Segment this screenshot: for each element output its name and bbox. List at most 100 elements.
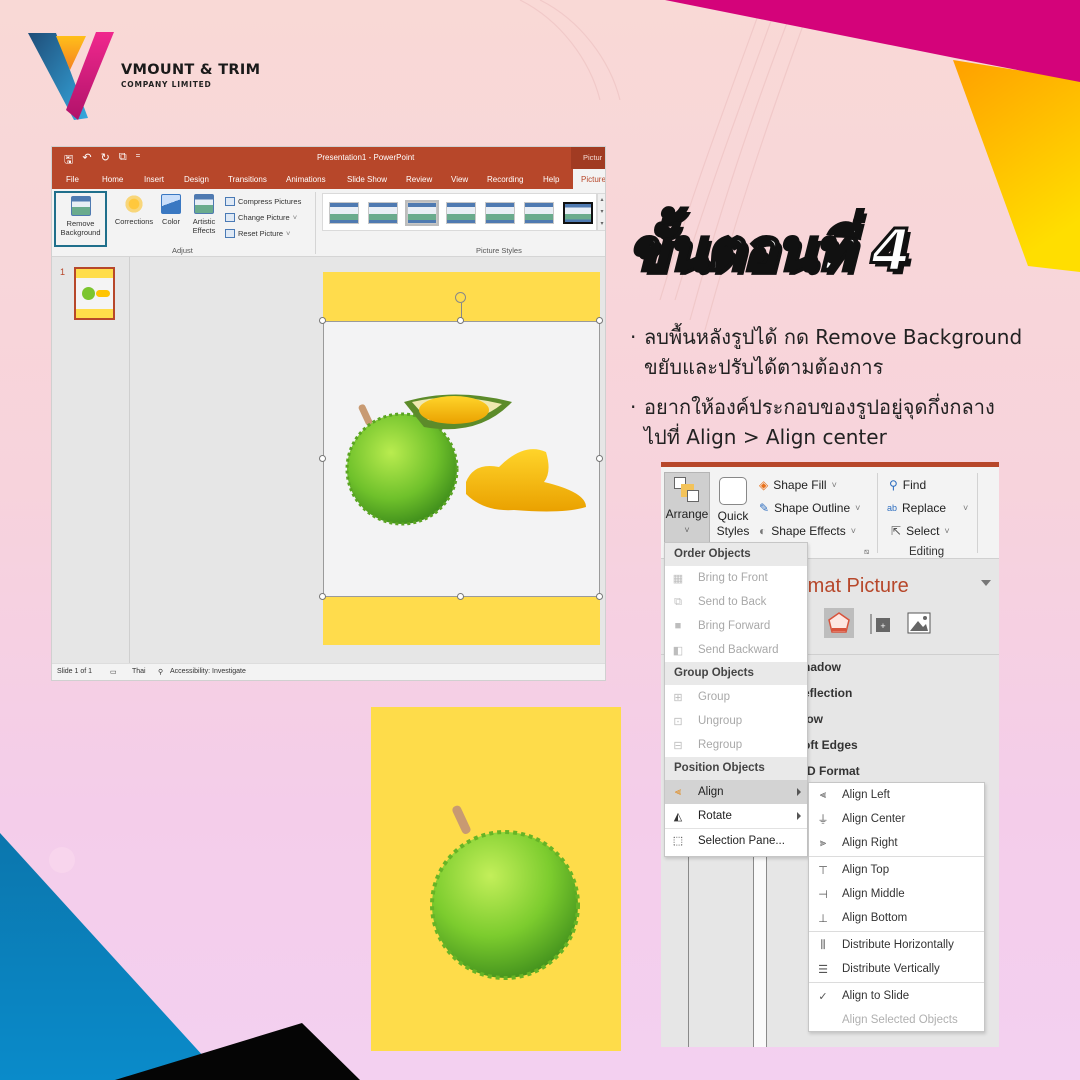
glow-section[interactable]: low [803, 712, 860, 738]
soft-edges-section[interactable]: oft Edges [803, 738, 860, 764]
align-to-slide-item[interactable]: ✓ Align to Slide [809, 984, 984, 1008]
tab-recording[interactable]: Recording [487, 169, 523, 189]
shape-outline-button[interactable]: ✎ Shape Outline ˅ [759, 501, 860, 515]
picture-style-4[interactable] [446, 202, 476, 224]
shape-fill-label: Shape Fill [773, 478, 827, 492]
shape-effects-button[interactable]: ◐ Shape Effects ˅ [759, 524, 856, 538]
shadow-section[interactable]: hadow [803, 660, 860, 686]
slide[interactable] [319, 272, 603, 645]
tab-slide-show[interactable]: Slide Show [347, 169, 387, 189]
align-middle-item[interactable]: ⊣ Align Middle [809, 882, 984, 906]
picture-style-7[interactable] [563, 202, 593, 224]
dialog-launcher-icon[interactable]: ⧅ [864, 547, 869, 557]
resize-handle[interactable] [596, 593, 603, 600]
resize-handle[interactable] [596, 317, 603, 324]
send-to-back-item[interactable]: ⧉ Send to Back [665, 590, 807, 614]
replace-button[interactable]: ab Replace ˅ [887, 501, 968, 515]
slide-thumbnail[interactable] [74, 267, 115, 320]
effects-tab[interactable] [824, 608, 854, 638]
reset-picture-button[interactable]: Reset Picture ˅ [225, 229, 290, 238]
tab-review[interactable]: Review [406, 169, 432, 189]
picture-style-6[interactable] [524, 202, 554, 224]
tab-file[interactable]: File [66, 169, 79, 189]
align-bottom-item[interactable]: ⊥ Align Bottom [809, 906, 984, 930]
compress-icon [225, 197, 235, 206]
resize-handle[interactable] [596, 455, 603, 462]
menu-item-label: Send to Back [698, 596, 767, 608]
tab-design[interactable]: Design [184, 169, 209, 189]
regroup-item[interactable]: ⊟ Regroup [665, 733, 807, 757]
bring-to-front-icon: ▦ [672, 572, 684, 585]
v-logo-icon [28, 32, 114, 120]
submenu-arrow-icon [797, 812, 801, 820]
align-left-item[interactable]: ⫷ Align Left [809, 783, 984, 807]
tab-insert[interactable]: Insert [144, 169, 164, 189]
slide-counter: Slide 1 of 1 [57, 668, 93, 675]
artistic-effects-button[interactable]: Artistic Effects [187, 194, 221, 235]
save-icon[interactable]: 🖫 [64, 151, 73, 170]
distribute-horizontally-icon: ⫼ [820, 938, 826, 951]
pane-options-icon[interactable] [981, 580, 991, 586]
distribute-vertically-item[interactable]: ☰ Distribute Vertically [809, 957, 984, 981]
compress-pictures-button[interactable]: Compress Pictures [225, 197, 301, 206]
find-button[interactable]: ⚲ Find [889, 478, 926, 492]
align-center-item[interactable]: ⏚ Align Center [809, 807, 984, 831]
tab-home[interactable]: Home [102, 169, 123, 189]
present-icon[interactable]: ⧉ [119, 151, 127, 170]
customize-qat-icon[interactable]: = [136, 151, 141, 170]
picture-style-3[interactable] [405, 200, 439, 226]
send-backward-item[interactable]: ◧ Send Backward [665, 638, 807, 662]
picture-style-1[interactable] [329, 202, 359, 224]
ungroup-item[interactable]: ⊡ Ungroup [665, 709, 807, 733]
change-picture-button[interactable]: Change Picture ˅ [225, 213, 297, 222]
accessibility-status[interactable]: Accessibility: Investigate [170, 668, 246, 675]
language-status[interactable]: Thai [132, 668, 146, 675]
align-right-item[interactable]: ⫸ Align Right [809, 831, 984, 855]
tab-picture-format[interactable]: Picture [573, 169, 605, 189]
resize-handle[interactable] [319, 593, 326, 600]
align-center-icon: ⏚ [817, 814, 829, 826]
rotate-handle-icon[interactable] [455, 292, 466, 303]
instruction-item: · อยากให้องค์ประกอบของรูปอยู่จุดกึ่งกลาง… [630, 392, 1022, 452]
selection-pane-item[interactable]: ⬚ Selection Pane... [665, 828, 807, 852]
gallery-scroll[interactable]: ▴ ▾ ▾ [597, 193, 605, 231]
group-item[interactable]: ⊞ Group [665, 685, 807, 709]
picture-style-2[interactable] [368, 202, 398, 224]
size-position-tab[interactable]: + [868, 608, 892, 638]
cursor-icon: ⇱ [891, 524, 902, 538]
bring-to-front-item[interactable]: ▦ Bring to Front [665, 566, 807, 590]
align-item[interactable]: ⫷ Align [665, 780, 807, 804]
resize-handle[interactable] [457, 317, 464, 324]
menu-item-label: Bring to Front [698, 572, 768, 584]
shape-fill-button[interactable]: ◈ Shape Fill ˅ [759, 478, 837, 492]
select-button[interactable]: ⇱ Select ˅ [891, 524, 950, 538]
color-button[interactable]: Color [158, 194, 184, 226]
picture-tab[interactable] [906, 608, 932, 638]
bring-forward-item[interactable]: ■ Bring Forward [665, 614, 807, 638]
vertical-scrollbar[interactable] [753, 852, 767, 1047]
resize-handle[interactable] [319, 317, 326, 324]
notes-icon[interactable]: ▭ [110, 668, 117, 676]
align-selected-objects-item[interactable]: Align Selected Objects [809, 1008, 984, 1032]
change-picture-label: Change Picture [238, 213, 290, 222]
tab-transitions[interactable]: Transitions [228, 169, 267, 189]
align-top-item[interactable]: ⊤ Align Top [809, 858, 984, 882]
reflection-section[interactable]: eflection [803, 686, 860, 712]
tab-help[interactable]: Help [543, 169, 559, 189]
arrange-button[interactable]: Arrange ˅ [664, 472, 710, 544]
quick-styles-button[interactable]: Quick Styles [713, 477, 753, 539]
picture-styles-gallery[interactable] [322, 193, 597, 231]
undo-icon[interactable]: ↶ [82, 151, 91, 170]
quick-styles-icon [719, 477, 747, 505]
redo-icon[interactable]: ↻ [101, 151, 110, 170]
distribute-horizontally-item[interactable]: ⫼ Distribute Horizontally [809, 933, 984, 957]
resize-handle[interactable] [319, 455, 326, 462]
corrections-button[interactable]: Corrections [112, 194, 156, 226]
tab-animations[interactable]: Animations [286, 169, 326, 189]
tab-view[interactable]: View [451, 169, 468, 189]
selected-picture[interactable] [323, 321, 600, 597]
resize-handle[interactable] [457, 593, 464, 600]
picture-style-5[interactable] [485, 202, 515, 224]
rotate-item[interactable]: ◭ Rotate [665, 804, 807, 828]
remove-background-button[interactable]: Remove Background [54, 191, 107, 247]
